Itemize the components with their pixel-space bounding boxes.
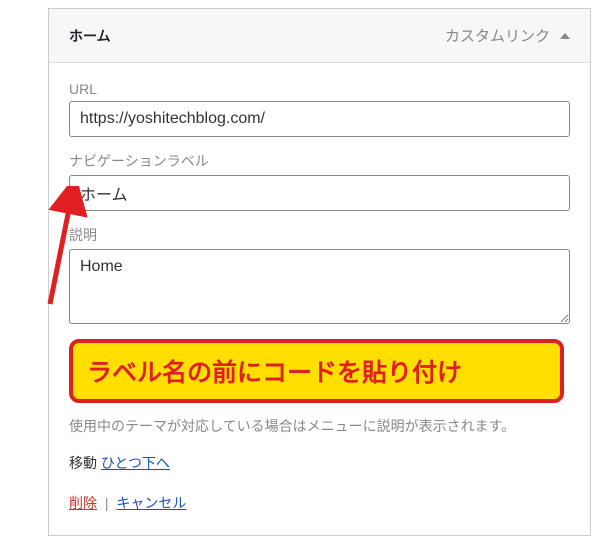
- move-controls: 移動 ひとつ下へ: [69, 453, 570, 473]
- panel-header[interactable]: ホーム カスタムリンク: [49, 9, 590, 63]
- description-label: 説明: [69, 225, 570, 245]
- separator: |: [105, 495, 109, 511]
- caret-up-icon: [560, 33, 570, 39]
- panel-type: カスタムリンク: [445, 25, 570, 46]
- url-input[interactable]: [69, 101, 570, 137]
- move-label: 移動: [69, 455, 97, 471]
- cancel-link[interactable]: キャンセル: [116, 495, 186, 511]
- nav-label-label: ナビゲーションラベル: [69, 151, 570, 171]
- menu-item-panel: ホーム カスタムリンク URL ナビゲーションラベル 説明 ラベル名の前にコード…: [48, 8, 591, 536]
- description-note: 使用中のテーマが対応している場合はメニューに説明が表示されます。: [69, 415, 570, 437]
- nav-label-input[interactable]: [69, 175, 570, 211]
- move-down-link[interactable]: ひとつ下へ: [101, 455, 170, 471]
- annotation-callout: ラベル名の前にコードを貼り付け: [69, 339, 564, 403]
- panel-title: ホーム: [69, 26, 111, 46]
- action-links: 削除 | キャンセル: [69, 493, 570, 513]
- annotation-text: ラベル名の前にコードを貼り付け: [87, 359, 462, 387]
- panel-body: URL ナビゲーションラベル 説明 ラベル名の前にコードを貼り付け 使用中のテー…: [49, 63, 590, 535]
- description-textarea[interactable]: [69, 249, 570, 324]
- panel-type-text: カスタムリンク: [445, 25, 550, 46]
- url-label: URL: [69, 81, 570, 97]
- delete-link[interactable]: 削除: [69, 495, 97, 511]
